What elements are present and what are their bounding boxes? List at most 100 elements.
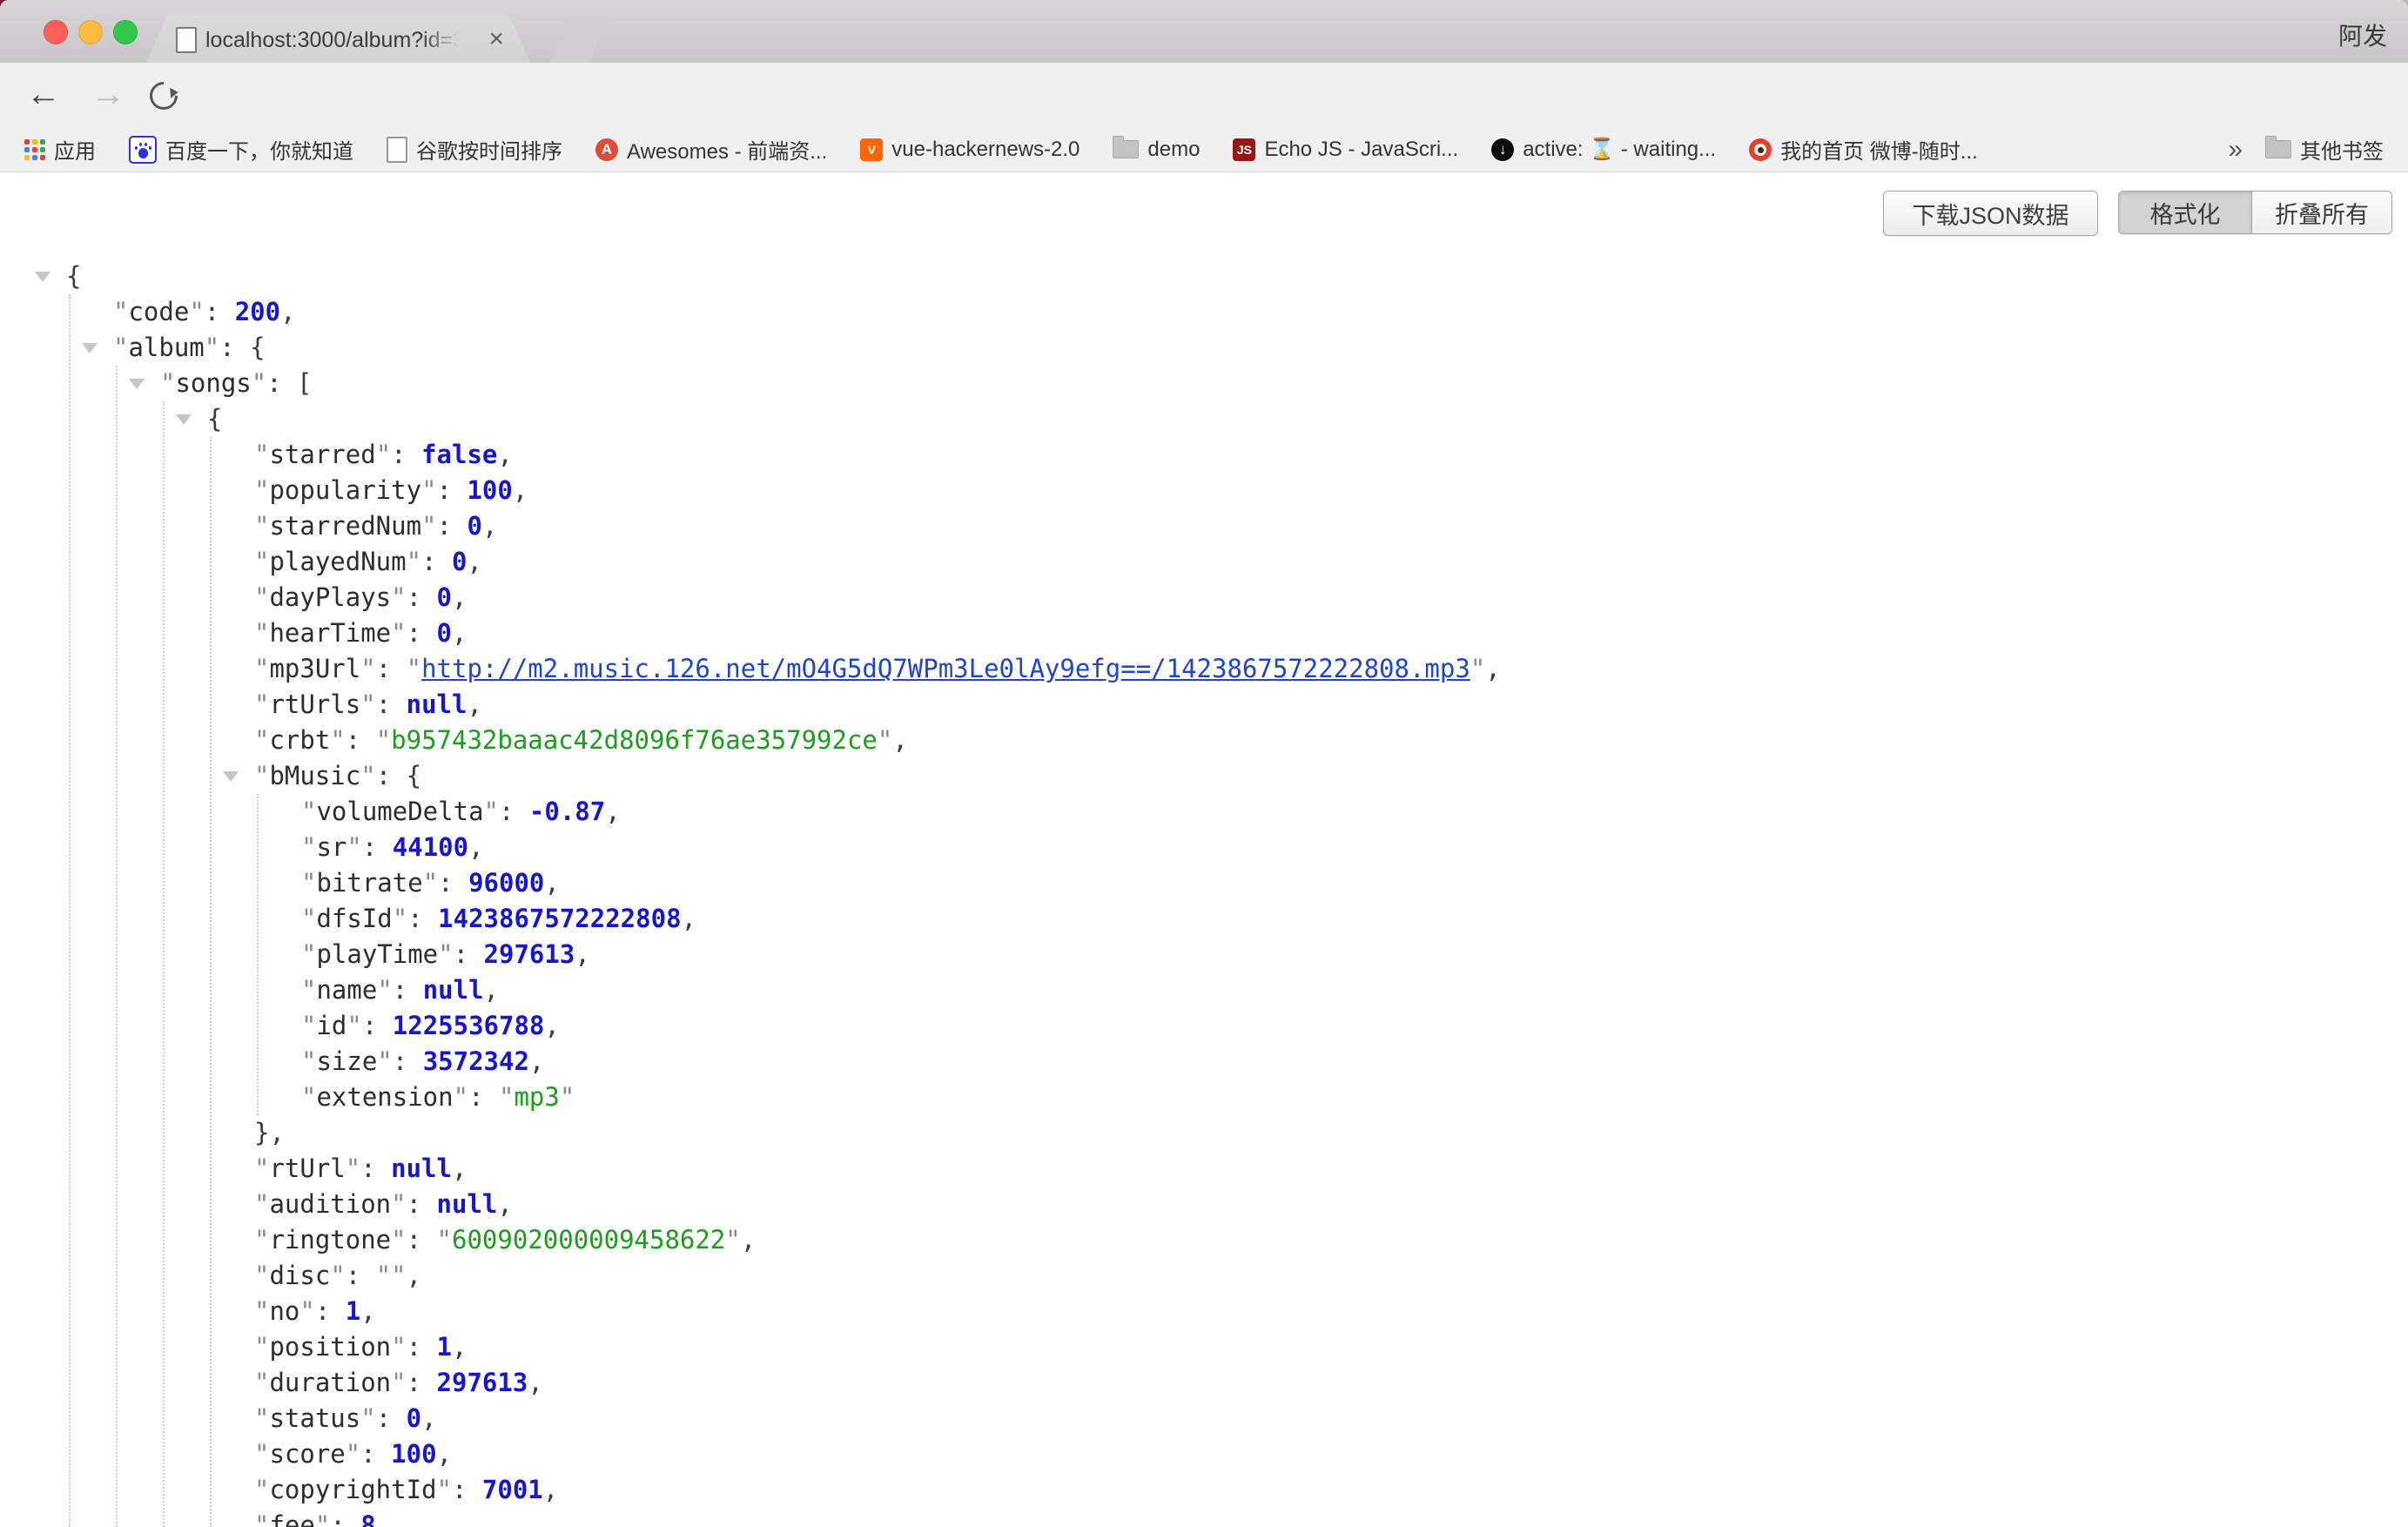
close-window-button[interactable] bbox=[44, 20, 68, 44]
json-value: 297613 bbox=[437, 1368, 528, 1397]
json-line: "disc": "", bbox=[0, 1258, 2408, 1294]
json-line: "rtUrls": null, bbox=[0, 687, 2408, 723]
json-key: volumeDelta bbox=[316, 797, 483, 826]
bookmarks-overflow-chevron[interactable]: » bbox=[2228, 135, 2243, 165]
bookmark-weibo-label: 我的首页 微博-随时... bbox=[1780, 134, 1978, 165]
reload-button[interactable] bbox=[144, 76, 183, 115]
json-line: "playedNum": 0, bbox=[0, 544, 2408, 580]
json-value: 1 bbox=[346, 1296, 360, 1326]
json-value: 0 bbox=[437, 582, 452, 612]
bookmark-baidu-label: 百度一下，你就知道 bbox=[165, 134, 353, 165]
json-line: "position": 1, bbox=[0, 1329, 2408, 1365]
browser-tab[interactable]: localhost:3000/album?id=323 × bbox=[146, 16, 530, 63]
json-line: "crbt": "b957432baaac42d8096f76ae357992c… bbox=[0, 723, 2408, 758]
json-value: 100 bbox=[467, 475, 512, 505]
json-line: "songs": [ bbox=[0, 366, 2408, 401]
bookmark-google-sort[interactable]: 谷歌按时间排序 bbox=[387, 134, 562, 165]
json-key: id bbox=[316, 1011, 346, 1040]
bookmark-awesomes-label: Awesomes - 前端资... bbox=[627, 134, 827, 165]
json-value: 3572342 bbox=[423, 1046, 529, 1076]
json-value: 0 bbox=[467, 511, 481, 541]
json-line: "score": 100, bbox=[0, 1436, 2408, 1472]
json-key: songs bbox=[175, 368, 251, 398]
json-key: playedNum bbox=[269, 547, 406, 576]
json-value: 44100 bbox=[393, 832, 468, 862]
json-line: "size": 3572342, bbox=[0, 1044, 2408, 1080]
title-bar: localhost:3000/album?id=323 × 阿发 bbox=[0, 0, 2408, 64]
collapse-triangle-icon[interactable] bbox=[223, 771, 239, 782]
json-key: copyrightId bbox=[269, 1475, 436, 1504]
bookmark-demo[interactable]: demo bbox=[1113, 138, 1200, 162]
profile-name[interactable]: 阿发 bbox=[2338, 17, 2387, 52]
indent-guide-line bbox=[69, 294, 71, 1527]
json-value: 200 bbox=[235, 297, 280, 326]
other-bookmarks-button[interactable]: 其他书签 bbox=[2265, 134, 2384, 165]
json-key: sr bbox=[316, 832, 346, 862]
json-key: name bbox=[316, 975, 377, 1005]
bookmarks-right-group: » 其他书签 bbox=[2228, 134, 2384, 165]
bookmark-vue-hackernews[interactable]: Vvue-hackernews-2.0 bbox=[860, 138, 1080, 162]
json-line: "playTime": 297613, bbox=[0, 937, 2408, 972]
json-line: "duration": 297613, bbox=[0, 1365, 2408, 1401]
json-key: audition bbox=[269, 1189, 391, 1219]
json-key: ringtone bbox=[269, 1225, 391, 1255]
json-string-value: b957432baaac42d8096f76ae357992ce bbox=[391, 725, 878, 755]
bookmark-weibo[interactable]: 我的首页 微博-随时... bbox=[1749, 134, 1978, 165]
page-icon bbox=[387, 137, 407, 163]
tab-close-icon[interactable]: × bbox=[488, 25, 504, 53]
collapse-triangle-icon[interactable] bbox=[129, 379, 145, 389]
bookmark-favicon-icon: ↓ bbox=[1491, 138, 1514, 161]
json-line: "album": { bbox=[0, 330, 2408, 366]
json-key: disc bbox=[269, 1261, 330, 1290]
json-key: extension bbox=[316, 1082, 453, 1112]
tab-title: localhost:3000/album?id=323 bbox=[205, 28, 460, 52]
json-value: 1225536788 bbox=[393, 1011, 545, 1040]
collapse-triangle-icon[interactable] bbox=[35, 272, 50, 282]
bookmark-active-label: active: ⌛ - waiting... bbox=[1523, 137, 1716, 162]
bookmark-awesomes[interactable]: AAwesomes - 前端资... bbox=[595, 134, 827, 165]
indent-guide-line bbox=[116, 366, 118, 1527]
download-json-button[interactable]: 下载JSON数据 bbox=[1883, 191, 2098, 236]
json-key: dfsId bbox=[316, 904, 392, 933]
bookmark-echo-js[interactable]: JSEcho JS - JavaScri... bbox=[1233, 138, 1458, 162]
bookmark-apps-label: 应用 bbox=[54, 134, 96, 165]
json-link-value[interactable]: http://m2.music.126.net/mO4G5dQ7WPm3Le0l… bbox=[421, 654, 1470, 683]
json-line: "sr": 44100, bbox=[0, 830, 2408, 865]
json-key: rtUrl bbox=[269, 1154, 345, 1183]
json-line: "fee": 8, bbox=[0, 1508, 2408, 1527]
json-value: 100 bbox=[391, 1439, 436, 1469]
json-string-value: mp3 bbox=[514, 1082, 559, 1112]
minimize-window-button[interactable] bbox=[78, 20, 103, 44]
json-line: { bbox=[0, 401, 2408, 437]
collapse-triangle-icon[interactable] bbox=[82, 343, 98, 353]
collapse-triangle-icon[interactable] bbox=[176, 414, 192, 425]
json-line: "copyrightId": 7001, bbox=[0, 1472, 2408, 1508]
json-key: crbt bbox=[269, 725, 330, 755]
bookmarks-bar: 应用 百度一下，你就知道 谷歌按时间排序 AAwesomes - 前端资... Vvue… bbox=[0, 127, 2408, 172]
json-line: "popularity": 100, bbox=[0, 473, 2408, 508]
bookmark-google-sort-label: 谷歌按时间排序 bbox=[416, 134, 562, 165]
json-line: "starred": false, bbox=[0, 437, 2408, 473]
json-line: "audition": null, bbox=[0, 1187, 2408, 1222]
indent-guide-line bbox=[257, 794, 259, 1115]
new-tab-button[interactable] bbox=[550, 21, 608, 63]
json-key: position bbox=[269, 1332, 391, 1362]
json-key: album bbox=[128, 333, 204, 362]
weibo-icon bbox=[1749, 138, 1772, 161]
collapse-all-button[interactable]: 折叠所有 bbox=[2251, 192, 2391, 233]
browser-toolbar: ← → i localhost:3000/album?id=32311 ☆ 英e… bbox=[0, 63, 2408, 128]
json-value: null bbox=[423, 975, 484, 1005]
json-line: "mp3Url": "http://m2.music.126.net/mO4G5… bbox=[0, 651, 2408, 687]
back-button[interactable]: ← bbox=[26, 71, 61, 117]
json-key: playTime bbox=[316, 939, 438, 969]
zoom-window-button[interactable] bbox=[113, 20, 138, 44]
json-key: status bbox=[269, 1403, 360, 1433]
json-value: 8 bbox=[360, 1510, 375, 1527]
bookmark-apps[interactable]: 应用 bbox=[24, 134, 96, 165]
folder-icon bbox=[1113, 140, 1139, 158]
format-button[interactable]: 格式化 bbox=[2119, 192, 2251, 233]
bookmark-active[interactable]: ↓ active: ⌛ - waiting... bbox=[1491, 137, 1716, 162]
bookmark-baidu[interactable]: 百度一下，你就知道 bbox=[129, 134, 353, 165]
forward-button[interactable]: → bbox=[91, 71, 125, 117]
json-key: duration bbox=[269, 1368, 391, 1397]
